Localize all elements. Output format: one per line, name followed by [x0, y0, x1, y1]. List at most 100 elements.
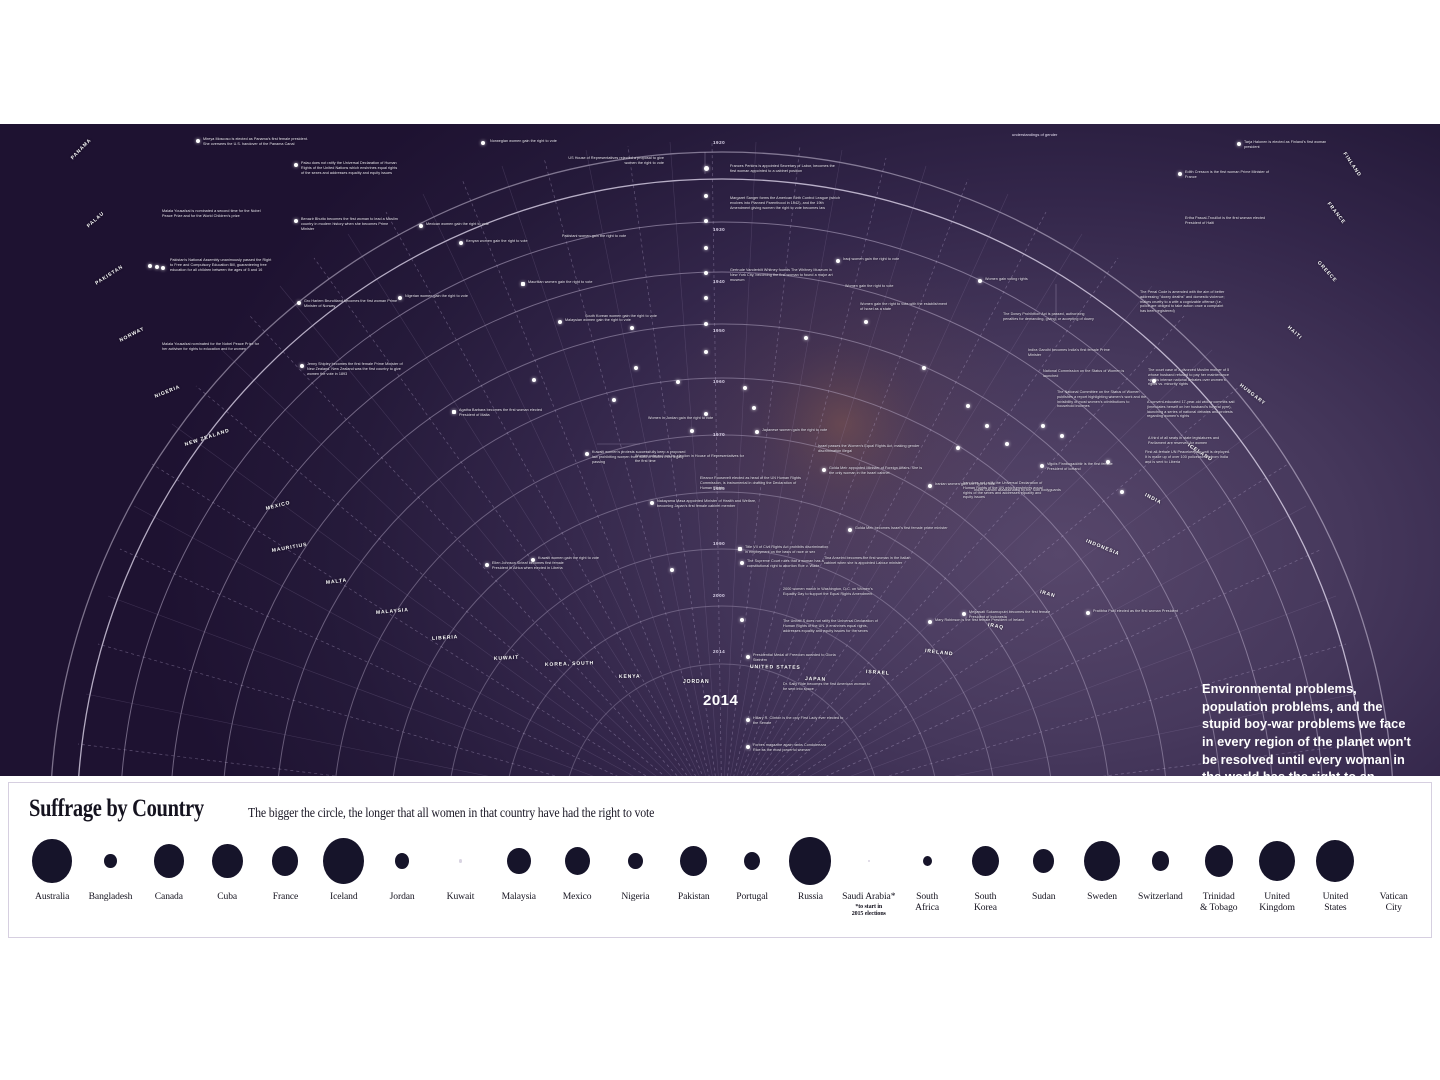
- event-marker[interactable]: [690, 429, 694, 433]
- event-marker[interactable]: [294, 219, 298, 223]
- suffrage-bubble[interactable]: [922, 855, 932, 867]
- suffrage-legend-item[interactable]: France: [256, 833, 314, 903]
- suffrage-legend-item[interactable]: Canada: [140, 833, 198, 903]
- suffrage-bubble[interactable]: [1033, 849, 1055, 873]
- suffrage-bubble[interactable]: [458, 859, 462, 863]
- event-marker[interactable]: [1005, 442, 1009, 446]
- event-marker[interactable]: [300, 364, 304, 368]
- event-marker[interactable]: [161, 266, 165, 270]
- event-marker[interactable]: [558, 320, 562, 324]
- event-marker[interactable]: [196, 139, 200, 143]
- suffrage-legend-item[interactable]: Sudan: [1015, 833, 1073, 903]
- event-marker[interactable]: [704, 296, 708, 300]
- event-marker[interactable]: [740, 618, 744, 622]
- suffrage-legend-item[interactable]: Nigeria: [606, 833, 664, 903]
- event-marker[interactable]: [704, 322, 708, 326]
- event-marker[interactable]: [704, 271, 708, 275]
- event-marker[interactable]: [966, 404, 970, 408]
- event-marker[interactable]: [398, 296, 402, 300]
- suffrage-bubble[interactable]: [1084, 840, 1121, 882]
- event-marker[interactable]: [928, 620, 932, 624]
- event-marker[interactable]: [704, 166, 709, 171]
- suffrage-legend-item[interactable]: Sweden: [1073, 833, 1131, 903]
- suffrage-legend-item[interactable]: South Korea: [956, 833, 1014, 913]
- event-marker[interactable]: [704, 412, 708, 416]
- event-marker[interactable]: [155, 265, 159, 269]
- event-marker[interactable]: [836, 259, 840, 263]
- event-marker[interactable]: [1120, 490, 1124, 494]
- event-marker[interactable]: [755, 430, 759, 434]
- suffrage-bubble[interactable]: [1151, 851, 1169, 871]
- event-marker[interactable]: [419, 224, 423, 228]
- suffrage-legend-item[interactable]: Malaysia: [490, 833, 548, 903]
- suffrage-bubble[interactable]: [395, 853, 410, 869]
- event-marker[interactable]: [485, 563, 489, 567]
- suffrage-bubble[interactable]: [153, 844, 184, 878]
- event-marker[interactable]: [612, 398, 616, 402]
- event-marker[interactable]: [1060, 434, 1064, 438]
- suffrage-bubble[interactable]: [103, 853, 117, 869]
- suffrage-legend-item[interactable]: United States: [1306, 833, 1364, 913]
- event-marker[interactable]: [962, 612, 966, 616]
- suffrage-bubble[interactable]: [272, 846, 299, 876]
- suffrage-bubble[interactable]: [564, 847, 590, 875]
- event-marker[interactable]: [676, 380, 680, 384]
- event-marker[interactable]: [704, 246, 708, 250]
- event-marker[interactable]: [148, 264, 152, 268]
- event-marker[interactable]: [752, 406, 756, 410]
- event-marker[interactable]: [822, 468, 826, 472]
- event-marker[interactable]: [746, 718, 750, 722]
- suffrage-legend-item[interactable]: Switzerland: [1131, 833, 1189, 903]
- suffrage-bubble[interactable]: [867, 859, 870, 863]
- event-marker[interactable]: [704, 194, 708, 198]
- event-marker[interactable]: [704, 219, 708, 223]
- event-marker[interactable]: [1041, 424, 1045, 428]
- suffrage-bubble[interactable]: [1259, 840, 1296, 882]
- event-marker[interactable]: [738, 547, 742, 551]
- event-marker[interactable]: [743, 386, 747, 390]
- suffrage-legend-item[interactable]: Saudi Arabia* *to start in 2015 elections: [840, 833, 898, 918]
- suffrage-legend-item[interactable]: Jordan: [373, 833, 431, 903]
- event-marker[interactable]: [650, 501, 654, 505]
- event-marker[interactable]: [804, 336, 808, 340]
- event-marker[interactable]: [1237, 142, 1241, 146]
- suffrage-bubble[interactable]: [32, 838, 73, 884]
- suffrage-legend-item[interactable]: South Africa: [898, 833, 956, 913]
- suffrage-legend-item[interactable]: Cuba: [198, 833, 256, 903]
- suffrage-bubble[interactable]: [789, 837, 832, 885]
- suffrage-legend-item[interactable]: United Kingdom: [1248, 833, 1306, 913]
- event-marker[interactable]: [294, 163, 298, 167]
- event-marker[interactable]: [1086, 611, 1090, 615]
- suffrage-bubble[interactable]: [680, 845, 708, 877]
- suffrage-bubble[interactable]: [1204, 845, 1233, 877]
- suffrage-legend-item[interactable]: Vatican City: [1365, 833, 1423, 913]
- event-marker[interactable]: [864, 320, 868, 324]
- event-marker[interactable]: [481, 141, 485, 145]
- suffrage-legend-item[interactable]: Trinidad & Tobago: [1190, 833, 1248, 913]
- event-marker[interactable]: [746, 745, 750, 749]
- suffrage-legend-item[interactable]: Russia: [781, 833, 839, 903]
- event-marker[interactable]: [985, 424, 989, 428]
- event-marker[interactable]: [585, 452, 589, 456]
- suffrage-bubble[interactable]: [971, 845, 999, 877]
- event-marker[interactable]: [1040, 464, 1044, 468]
- event-marker[interactable]: [978, 279, 982, 283]
- event-marker[interactable]: [956, 446, 960, 450]
- suffrage-bubble[interactable]: [744, 852, 761, 870]
- suffrage-legend-item[interactable]: Kuwait: [431, 833, 489, 903]
- event-marker[interactable]: [459, 241, 463, 245]
- suffrage-legend-item[interactable]: Australia: [23, 833, 81, 903]
- event-marker[interactable]: [746, 655, 750, 659]
- event-marker[interactable]: [630, 326, 634, 330]
- event-marker[interactable]: [922, 366, 926, 370]
- suffrage-legend-item[interactable]: Iceland: [315, 833, 373, 903]
- event-marker[interactable]: [740, 561, 744, 565]
- event-marker[interactable]: [670, 568, 674, 572]
- suffrage-bubble[interactable]: [1316, 839, 1355, 883]
- suffrage-legend-item[interactable]: Portugal: [723, 833, 781, 903]
- suffrage-legend-item[interactable]: Pakistan: [665, 833, 723, 903]
- event-marker[interactable]: [297, 301, 301, 305]
- event-marker[interactable]: [634, 366, 638, 370]
- event-marker[interactable]: [1178, 172, 1182, 176]
- event-marker[interactable]: [532, 378, 536, 382]
